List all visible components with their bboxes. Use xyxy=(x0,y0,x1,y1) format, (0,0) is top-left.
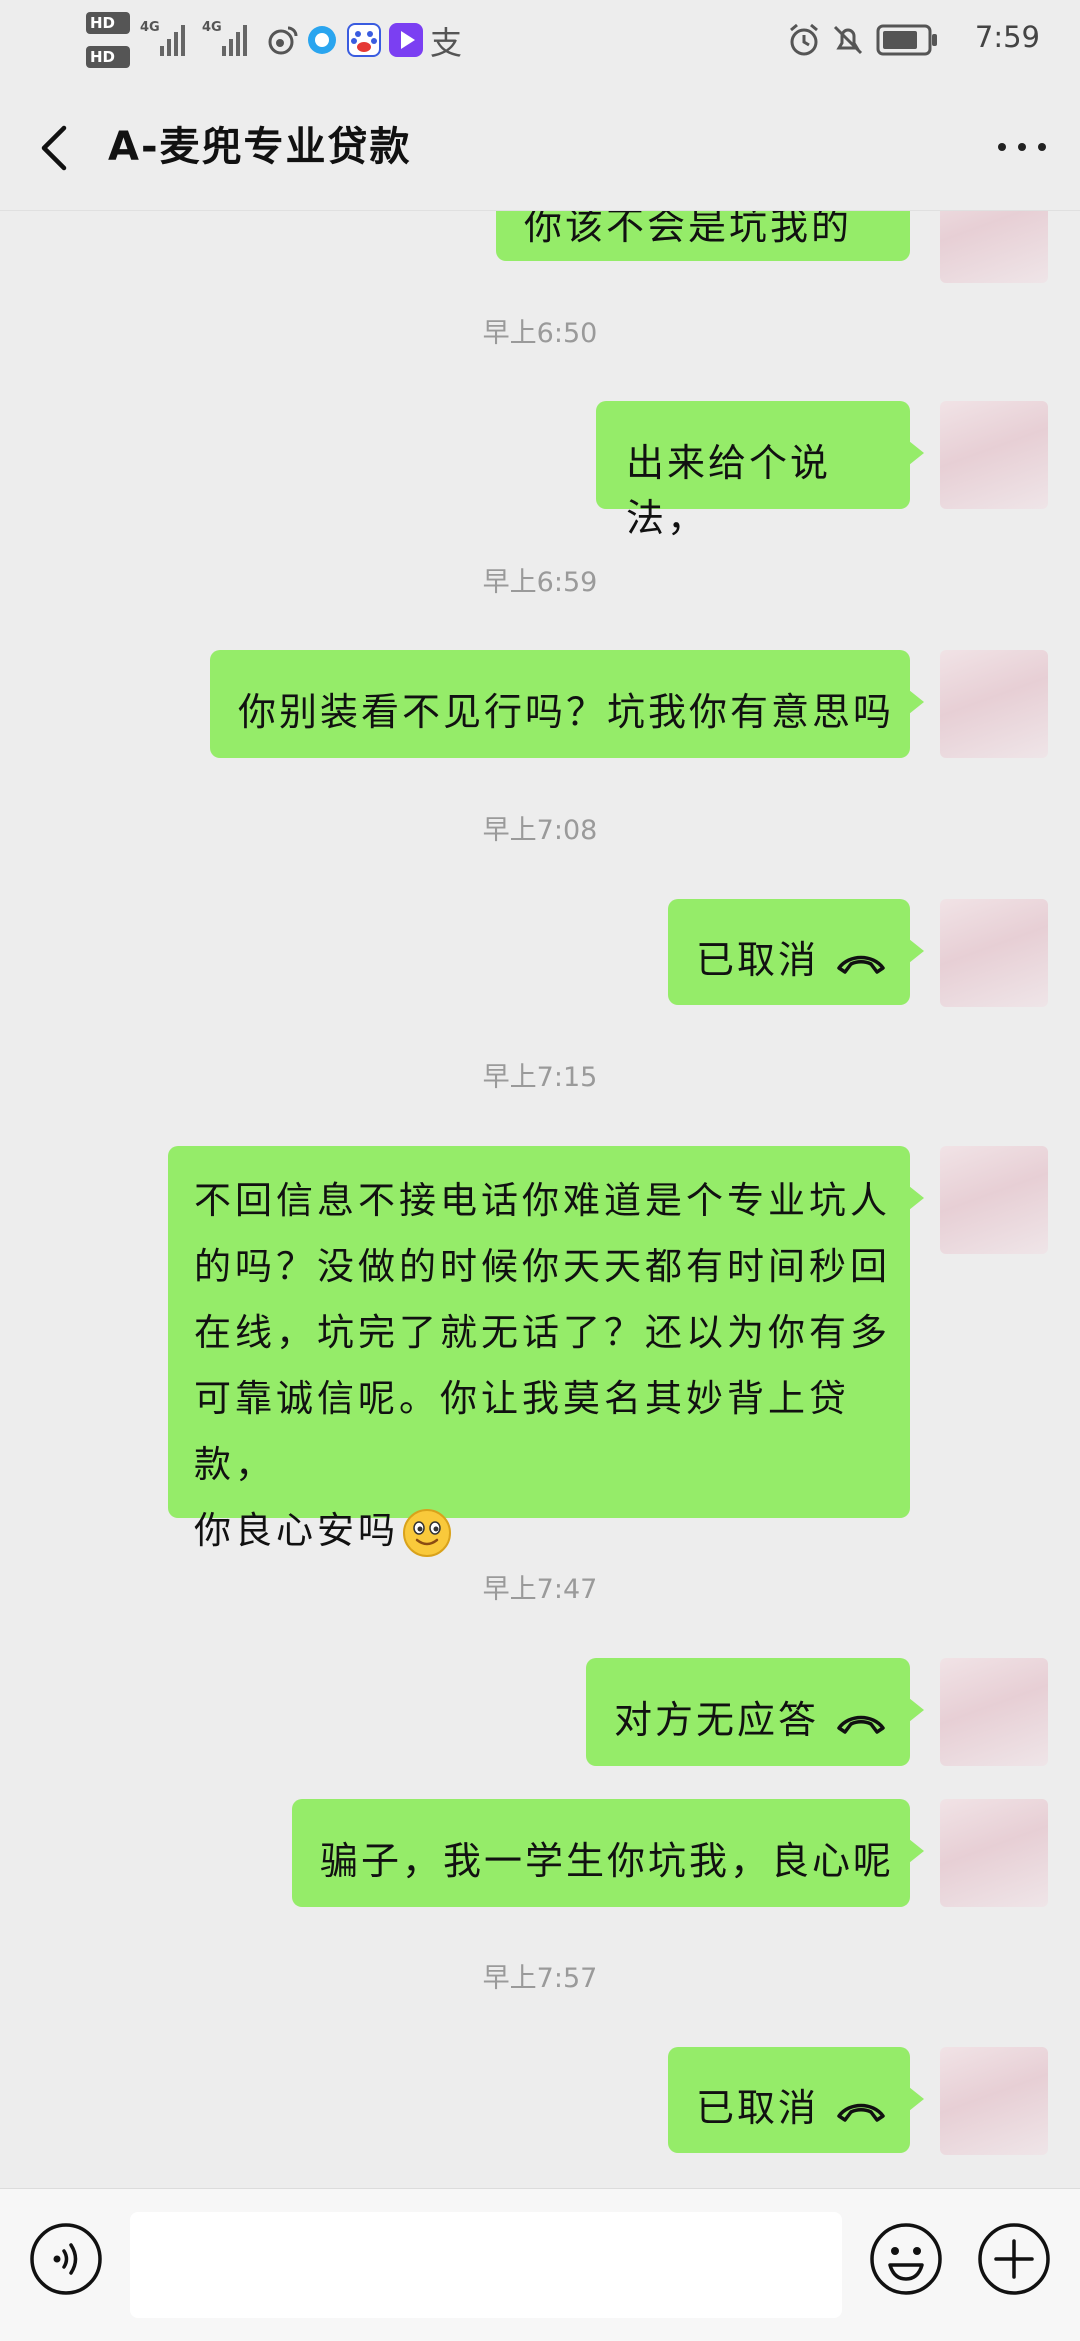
phone-hangup-icon xyxy=(837,955,885,974)
message-text-line: 的吗？没做的时候你天天都有时间秒回 xyxy=(194,1245,891,1288)
avatar[interactable] xyxy=(940,1146,1048,1254)
plus-icon xyxy=(978,2223,1050,2295)
video-app-icon xyxy=(389,23,423,57)
alipay-icon: 支 xyxy=(430,24,463,62)
message-bubble[interactable]: 骗子，我一学生你坑我，良心呢 xyxy=(292,1799,924,1907)
avatar[interactable] xyxy=(940,650,1048,758)
baidu-icon xyxy=(347,23,381,57)
call-record-bubble[interactable]: 对方无应答 xyxy=(586,1658,924,1766)
more-dots-icon xyxy=(998,143,1006,151)
message-timestamp: 早上7:57 xyxy=(482,1963,598,1994)
network-type-label: 4G xyxy=(140,20,160,35)
avatar[interactable] xyxy=(940,2047,1048,2155)
chat-title: A-麦兜专业贷款 xyxy=(108,124,412,170)
clock: 7:59 xyxy=(974,20,1040,54)
signal-icon xyxy=(160,22,192,56)
signal-icon xyxy=(222,22,254,56)
battery-icon xyxy=(876,24,937,56)
hd-icon: HD xyxy=(86,46,130,68)
message-timestamp: 早上7:15 xyxy=(482,1062,598,1093)
message-timestamp: 早上7:08 xyxy=(482,815,598,846)
call-status-text: 已取消 xyxy=(696,938,820,982)
message-text-line: 你良心安吗 xyxy=(194,1509,399,1552)
call-record-bubble[interactable]: 已取消 xyxy=(668,2047,924,2153)
message-list[interactable]: 你该不会是坑我的吧 早上6:50 出来给个说法， 早上6:59 你别装看不见行吗… xyxy=(0,211,1080,2188)
chat-header: A-麦兜专业贷款 xyxy=(0,80,1080,211)
mute-icon xyxy=(833,25,863,55)
message-input[interactable] xyxy=(130,2212,842,2318)
message-bubble[interactable]: 你该不会是坑我的吧 xyxy=(496,211,910,261)
message-timestamp: 早上7:47 xyxy=(482,1574,598,1605)
message-bubble[interactable]: 出来给个说法， xyxy=(596,401,924,540)
message-timestamp: 早上6:50 xyxy=(482,318,598,349)
emoji-icon xyxy=(870,2223,942,2295)
message-text-line: 不回信息不接电话你难道是个专业坑人 xyxy=(194,1179,891,1222)
message-text: 你该不会是坑我的吧 xyxy=(524,211,853,261)
emoji-button[interactable] xyxy=(868,2221,944,2297)
message-text-line: 可靠诚信呢。你让我莫名其妙背上贷款， xyxy=(194,1377,850,1486)
alarm-icon xyxy=(790,23,818,56)
call-status-text: 已取消 xyxy=(696,2086,820,2130)
weibo-icon xyxy=(268,26,298,55)
more-button[interactable] xyxy=(992,110,1052,180)
voice-button[interactable] xyxy=(28,2221,104,2297)
status-bar: HD HD 4G 4G 支 7:59 xyxy=(0,0,1080,80)
call-status-text: 对方无应答 xyxy=(614,1698,820,1742)
network-type-label: 4G xyxy=(202,20,222,35)
avatar[interactable] xyxy=(940,899,1048,1007)
input-bar xyxy=(0,2188,1080,2341)
message-bubble[interactable]: 你别装看不见行吗？坑我你有意思吗 xyxy=(210,650,924,758)
message-text-line: 在线，坑完了就无话了？还以为你有多 xyxy=(194,1311,891,1354)
smile-emoji-icon xyxy=(403,1508,451,1557)
call-record-bubble[interactable]: 已取消 xyxy=(668,899,924,1005)
avatar[interactable] xyxy=(940,211,1048,283)
browser-icon xyxy=(308,26,336,54)
message-timestamp: 早上6:59 xyxy=(482,567,598,598)
avatar[interactable] xyxy=(940,1658,1048,1766)
phone-hangup-icon xyxy=(837,2103,885,2122)
message-text: 出来给个说法， xyxy=(626,441,832,540)
message-bubble[interactable]: 不回信息不接电话你难道是个专业坑人 的吗？没做的时候你天天都有时间秒回 在线，坑… xyxy=(168,1146,924,1557)
message-text: 骗子，我一学生你坑我，良心呢 xyxy=(320,1839,895,1883)
voice-icon xyxy=(30,2223,102,2295)
message-text: 你别装看不见行吗？坑我你有意思吗 xyxy=(238,690,895,734)
chevron-left-icon xyxy=(41,125,67,171)
plus-button[interactable] xyxy=(976,2221,1052,2297)
hd-icon: HD xyxy=(86,12,130,34)
back-button[interactable] xyxy=(28,110,88,180)
phone-hangup-icon xyxy=(837,1715,885,1734)
avatar[interactable] xyxy=(940,401,1048,509)
avatar[interactable] xyxy=(940,1799,1048,1907)
